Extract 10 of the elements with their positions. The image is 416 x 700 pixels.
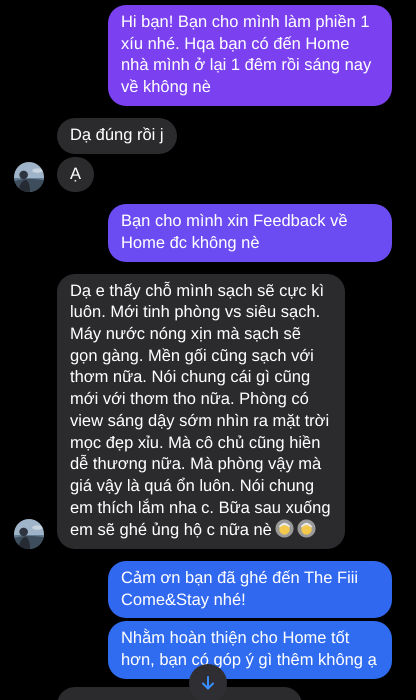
received-message: Dạ e thấy chỗ mình sạch sẽ cực kì luôn. Mới tinh phòng vs siêu sạch. Máy nước nóng xịn mà sạch sẽ gọn gàng. Mền gối cũng sạch với thơm nữa. Nói chung cái gì cũng mới với thơm tho nữa. Phòng có view sáng dậy sớm nhìn ra mặt trời mọc đẹp xỉu. Mà cô chủ cũng hiền dễ thương nữa. Mà phòng vậy mà giá vậy là quá ổn luôn. Nói chung em thích lắm nha c. Bữa sau xuống em sẽ ghé ủng hộ c nữa nè	[57, 274, 345, 550]
sent-message: Bạn cho mình xin Feedback về Home đc không nè	[108, 204, 392, 262]
sent-message: Hi bạn! Bạn cho mình làm phiền 1 xíu nhé. Hqa bạn có đến Home nhà mình ở lại 1 đêm rồi sáng nay về không nè	[108, 5, 392, 106]
received-message: Dạ đúng rồi j	[57, 118, 177, 154]
veiled-figure-icon	[296, 519, 316, 538]
veiled-figure-icon	[274, 519, 294, 538]
received-message: Ạ	[57, 156, 94, 192]
sent-message: Nhằm hoàn thiện cho Home tốt hơn, bạn có góp ý gì thêm không ạ	[108, 621, 392, 679]
down-arrow-icon	[200, 675, 216, 691]
sent-message: Cảm ơn bạn đã ghé đến The Fiii Come&Stay nhé!	[108, 561, 392, 618]
